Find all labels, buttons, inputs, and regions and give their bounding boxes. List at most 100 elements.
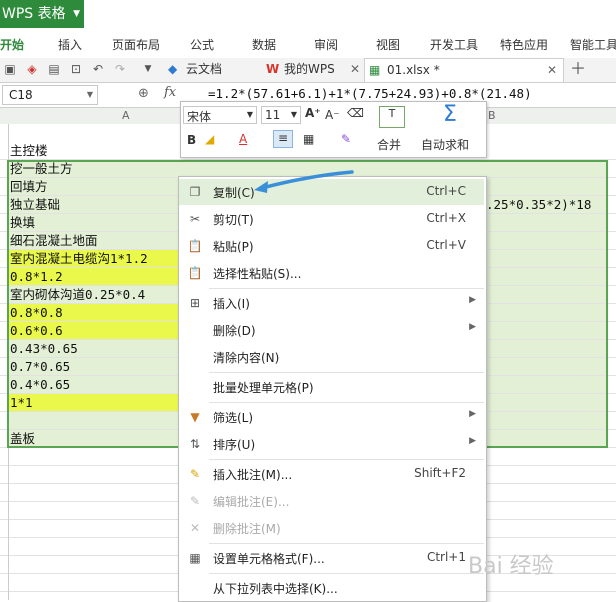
menu-item-insert[interactable]: ⊞ 插入(I) ▶ xyxy=(179,290,484,316)
delete-comment-icon: ✕ xyxy=(189,521,201,535)
menu-item-insert-comment[interactable]: ✎ 插入批注(M)... Shift+F2 xyxy=(179,461,484,487)
tab-label: 我的WPS xyxy=(284,62,335,76)
merge-cells-icon[interactable]: T xyxy=(379,106,405,128)
clear-format-icon[interactable]: ⌫ xyxy=(347,106,364,120)
tab-cloud-docs[interactable]: ◆ 云文档 xyxy=(164,58,258,82)
paste-special-icon: 📋 xyxy=(187,266,203,280)
menu-item-label: 设置单元格格式(F)... xyxy=(213,552,325,566)
merge-button[interactable]: 合并 xyxy=(377,136,401,153)
tab-smart-tools[interactable]: 智能工具 xyxy=(570,36,616,53)
menu-item-shortcut: Ctrl+X xyxy=(426,211,466,225)
tab-page-layout[interactable]: 页面布局 xyxy=(112,36,160,53)
chevron-down-icon: ▼ xyxy=(246,110,253,119)
watermark: Bai 经验 xyxy=(468,554,554,579)
print-icon[interactable]: ▤ xyxy=(46,61,62,77)
menu-item-label: 删除批注(M) xyxy=(213,522,281,536)
chevron-down-icon: ▼ xyxy=(290,110,297,119)
tab-data[interactable]: 数据 xyxy=(252,36,276,53)
name-box[interactable]: C18 ▼ xyxy=(2,85,98,105)
fill-color-icon[interactable]: ◢ xyxy=(205,132,214,146)
menu-item-edit-comment[interactable]: ✎ 编辑批注(E)... xyxy=(179,488,484,514)
borders-icon[interactable]: ▦ xyxy=(303,132,314,146)
submenu-arrow-icon: ▶ xyxy=(469,436,476,446)
font-size-select[interactable]: 11 ▼ xyxy=(261,106,301,124)
menu-item-clear-contents[interactable]: 清除内容(N) xyxy=(179,344,484,370)
menu-item-label: 筛选(L) xyxy=(213,411,254,425)
submenu-arrow-icon: ▶ xyxy=(469,295,476,305)
menu-separator xyxy=(209,459,484,460)
menu-bar: 开始 插入 页面布局 公式 数据 审阅 视图 开发工具 特色应用 智能工具 xyxy=(0,30,616,59)
tab-view[interactable]: 视图 xyxy=(376,36,400,53)
menu-item-label: 排序(U) xyxy=(213,438,256,452)
tab-special[interactable]: 特色应用 xyxy=(500,36,548,53)
edit-comment-icon: ✎ xyxy=(189,494,201,508)
cell-a[interactable]: 主控楼 xyxy=(10,142,48,160)
tab-home[interactable]: 开始 xyxy=(0,36,24,53)
tab-my-wps[interactable]: W 我的WPS ✕ xyxy=(262,58,362,82)
font-size-value: 11 xyxy=(265,108,281,122)
menu-separator xyxy=(209,402,484,403)
menu-item-label: 清除内容(N) xyxy=(213,351,280,365)
close-icon[interactable]: ✕ xyxy=(350,58,360,80)
menu-item-sort[interactable]: ⇅ 排序(U) ▶ xyxy=(179,431,484,457)
new-tab-plus-icon[interactable]: ＋ xyxy=(570,61,586,77)
menu-item-pick-from-list[interactable]: 从下拉列表中选择(K)... xyxy=(179,575,484,601)
tab-insert[interactable]: 插入 xyxy=(58,36,82,53)
filter-icon: ▼ xyxy=(190,410,200,424)
menu-item-delete[interactable]: 删除(D) ▶ xyxy=(179,317,484,343)
menu-item-label: 粘贴(P) xyxy=(213,240,254,254)
copy-icon: ❐ xyxy=(189,185,201,199)
menu-item-batch-process[interactable]: 批量处理单元格(P) xyxy=(179,374,484,400)
font-name-select[interactable]: 宋体 ▼ xyxy=(183,106,257,124)
fx-icon[interactable]: fx xyxy=(164,85,176,100)
menu-item-label: 插入(I) xyxy=(213,297,250,311)
align-center-icon[interactable]: ≡ xyxy=(273,130,293,148)
menu-item-format-cells[interactable]: ▦ 设置单元格格式(F)... Ctrl+1 xyxy=(179,545,484,571)
format-painter-icon[interactable]: ✎ xyxy=(341,132,351,146)
menu-separator xyxy=(209,573,484,574)
autosum-icon[interactable]: Σ xyxy=(443,102,457,127)
decrease-font-icon[interactable]: A⁻ xyxy=(325,108,340,122)
tab-formulas[interactable]: 公式 xyxy=(190,36,214,53)
submenu-arrow-icon: ▶ xyxy=(469,409,476,419)
close-icon[interactable]: ✕ xyxy=(547,59,557,81)
menu-item-paste-special[interactable]: 📋 选择性粘贴(S)... xyxy=(179,260,484,286)
undo-icon[interactable]: ↶ xyxy=(90,61,106,77)
menu-item-filter[interactable]: ▼ 筛选(L) ▶ xyxy=(179,404,484,430)
zoom-search-icon[interactable]: ⊕ xyxy=(138,86,149,101)
increase-font-icon[interactable]: A⁺ xyxy=(305,106,321,120)
menu-item-paste[interactable]: 📋 粘贴(P) Ctrl+V xyxy=(179,233,484,259)
paste-icon: 📋 xyxy=(187,239,203,253)
app-menu-button[interactable]: WPS 表格 ▼ xyxy=(0,0,84,28)
column-b-header[interactable]: B xyxy=(488,109,496,122)
menu-item-label: 批量处理单元格(P) xyxy=(213,381,314,395)
font-color-icon[interactable]: A xyxy=(239,132,247,146)
column-a-header[interactable]: A xyxy=(122,109,130,122)
autosum-button[interactable]: 自动求和 xyxy=(421,136,469,153)
tab-review[interactable]: 审阅 xyxy=(314,36,338,53)
context-menu: ❐ 复制(C) Ctrl+C ✂ 剪切(T) Ctrl+X 📋 粘贴(P) Ct… xyxy=(178,176,487,602)
menu-item-cut[interactable]: ✂ 剪切(T) Ctrl+X xyxy=(179,206,484,232)
menu-item-label: 插入批注(M)... xyxy=(213,468,293,482)
menu-item-shortcut: Ctrl+C xyxy=(426,184,466,198)
chevron-down-icon: ▼ xyxy=(86,90,93,99)
bold-icon[interactable]: B xyxy=(187,133,196,147)
save-icon[interactable]: ▣ xyxy=(2,61,18,77)
tab-developer[interactable]: 开发工具 xyxy=(430,36,478,53)
menu-item-label: 选择性粘贴(S)... xyxy=(213,267,302,281)
document-tab-bar: ▣ ◈ ▤ ⊡ ↶ ↷ ▼ ◆ 云文档 W 我的WPS ✕ ▦ 01.xlsx … xyxy=(0,58,616,83)
formula-input[interactable]: =1.2*(57.61+6.1)+1*(7.75+24.93)+0.8*(21.… xyxy=(208,86,532,101)
redo-icon[interactable]: ↷ xyxy=(112,61,128,77)
tab-file-01-xlsx[interactable]: ▦ 01.xlsx * ✕ xyxy=(364,58,564,82)
tab-label: 01.xlsx * xyxy=(387,63,440,77)
format-cells-icon: ▦ xyxy=(189,551,201,565)
print-preview-icon[interactable]: ⊡ xyxy=(68,61,84,77)
tab-label: 云文档 xyxy=(186,62,223,76)
mini-toolbar: 宋体 ▼ 11 ▼ A⁺ A⁻ ⌫ B ◢ A ≡ ▦ ✎ T 合并 Σ 自动求… xyxy=(180,101,487,158)
export-pdf-icon[interactable]: ◈ xyxy=(24,61,40,77)
menu-item-label: 从下拉列表中选择(K)... xyxy=(213,582,338,596)
cloud-icon: ◆ xyxy=(168,62,178,76)
menu-item-delete-comment[interactable]: ✕ 删除批注(M) xyxy=(179,515,484,541)
menu-item-shortcut: Ctrl+V xyxy=(426,238,466,252)
customize-chevron-icon[interactable]: ▼ xyxy=(140,61,156,77)
